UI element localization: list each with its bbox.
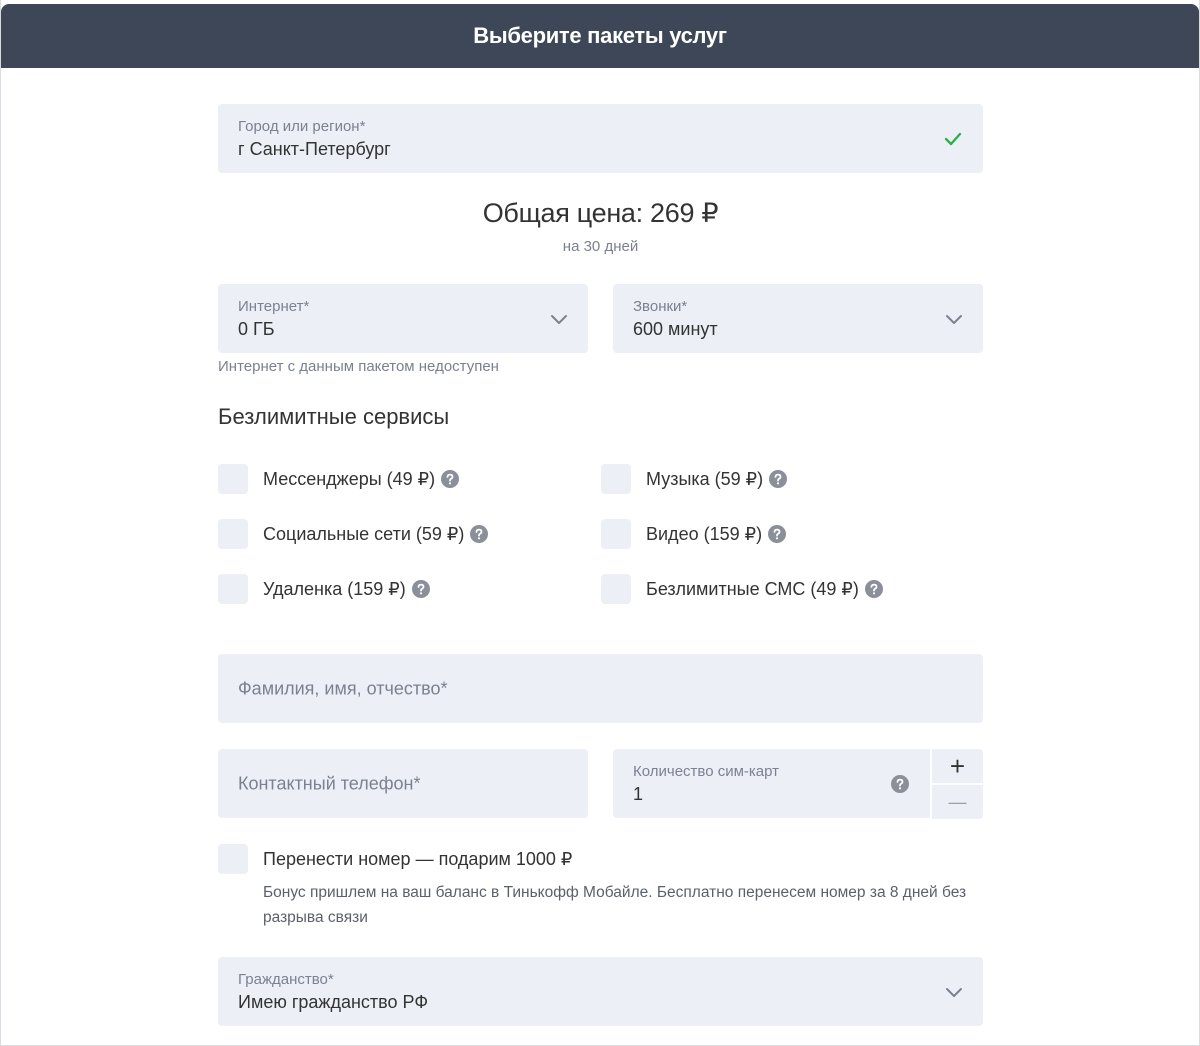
citizenship-select[interactable]: Гражданство* Имею гражданство РФ: [218, 957, 983, 1026]
question-circle-icon[interactable]: [891, 775, 909, 793]
service-label: Социальные сети (59 ₽): [263, 523, 465, 544]
chevron-down-icon: [946, 988, 962, 997]
question-circle-icon[interactable]: [864, 580, 883, 598]
transfer-label: Перенести номер — подарим 1000 ₽: [263, 848, 573, 869]
checkbox[interactable]: [601, 464, 631, 494]
service-option[interactable]: Музыка (59 ₽): [601, 464, 788, 494]
sim-increment-button[interactable]: +: [932, 749, 983, 783]
minus-icon: —: [948, 792, 967, 812]
plus-icon: +: [949, 751, 966, 781]
question-circle-icon[interactable]: [411, 580, 430, 598]
sim-decrement-button[interactable]: —: [932, 785, 983, 819]
checkbox[interactable]: [218, 574, 248, 604]
services-title: Безлимитные сервисы: [218, 404, 450, 429]
sim-quantity-label: Количество сим-карт: [633, 763, 780, 780]
question-circle-icon[interactable]: [768, 525, 787, 543]
internet-label: Интернет*: [238, 298, 310, 315]
checkbox[interactable]: [601, 574, 631, 604]
service-option[interactable]: Мессенджеры (49 ₽): [218, 464, 460, 494]
check-icon: [944, 132, 962, 146]
checkbox[interactable]: [601, 519, 631, 549]
service-option[interactable]: Удаленка (159 ₽): [218, 574, 430, 604]
price-period: на 30 дней: [562, 238, 639, 255]
page-title: Выберите пакеты услуг: [473, 23, 727, 48]
total-price: Общая цена: 269 ₽: [482, 198, 719, 228]
sim-quantity-field[interactable]: Количество сим-карт 1: [613, 749, 930, 818]
transfer-bonus-text: Бонус пришлем на ваш баланс в Тинькофф М…: [263, 884, 967, 926]
fullname-placeholder: Фамилия, имя, отчество*: [238, 678, 448, 698]
transfer-option[interactable]: Перенести номер — подарим 1000 ₽: [218, 844, 572, 874]
calls-label: Звонки*: [633, 298, 688, 315]
city-field[interactable]: Город или регион* г Санкт-Петербург: [218, 104, 983, 173]
city-label: Город или регион*: [238, 118, 366, 135]
checkbox[interactable]: [218, 519, 248, 549]
calls-value: 600 минут: [633, 319, 718, 339]
phone-input[interactable]: Контактный телефон*: [218, 749, 588, 818]
service-label: Видео (159 ₽): [646, 523, 763, 544]
internet-value: 0 ГБ: [238, 319, 275, 339]
citizenship-value: Имею гражданство РФ: [238, 992, 429, 1012]
citizenship-label: Гражданство*: [238, 971, 334, 988]
chevron-down-icon: [551, 315, 567, 324]
service-option[interactable]: Видео (159 ₽): [601, 519, 787, 549]
calls-select[interactable]: Звонки* 600 минут: [613, 284, 983, 353]
fullname-input[interactable]: Фамилия, имя, отчество*: [218, 654, 983, 723]
service-label: Безлимитные СМС (49 ₽): [646, 578, 859, 599]
checkbox[interactable]: [218, 464, 248, 494]
sim-quantity-value: 1: [633, 784, 644, 804]
internet-hint: Интернет с данным пакетом недоступен: [218, 358, 499, 375]
question-circle-icon[interactable]: [441, 470, 460, 488]
page-header: Выберите пакеты услуг: [1, 4, 1199, 68]
service-label: Музыка (59 ₽): [646, 468, 764, 489]
question-circle-icon[interactable]: [470, 525, 489, 543]
service-option[interactable]: Безлимитные СМС (49 ₽): [601, 574, 883, 604]
checkbox[interactable]: [218, 844, 248, 874]
internet-select[interactable]: Интернет* 0 ГБ: [218, 284, 588, 353]
service-label: Удаленка (159 ₽): [263, 578, 406, 599]
phone-placeholder: Контактный телефон*: [238, 773, 421, 793]
question-circle-icon[interactable]: [769, 470, 788, 488]
city-value: г Санкт-Петербург: [238, 139, 391, 159]
chevron-down-icon: [946, 315, 962, 324]
service-option[interactable]: Социальные сети (59 ₽): [218, 519, 489, 549]
service-label: Мессенджеры (49 ₽): [263, 468, 436, 489]
